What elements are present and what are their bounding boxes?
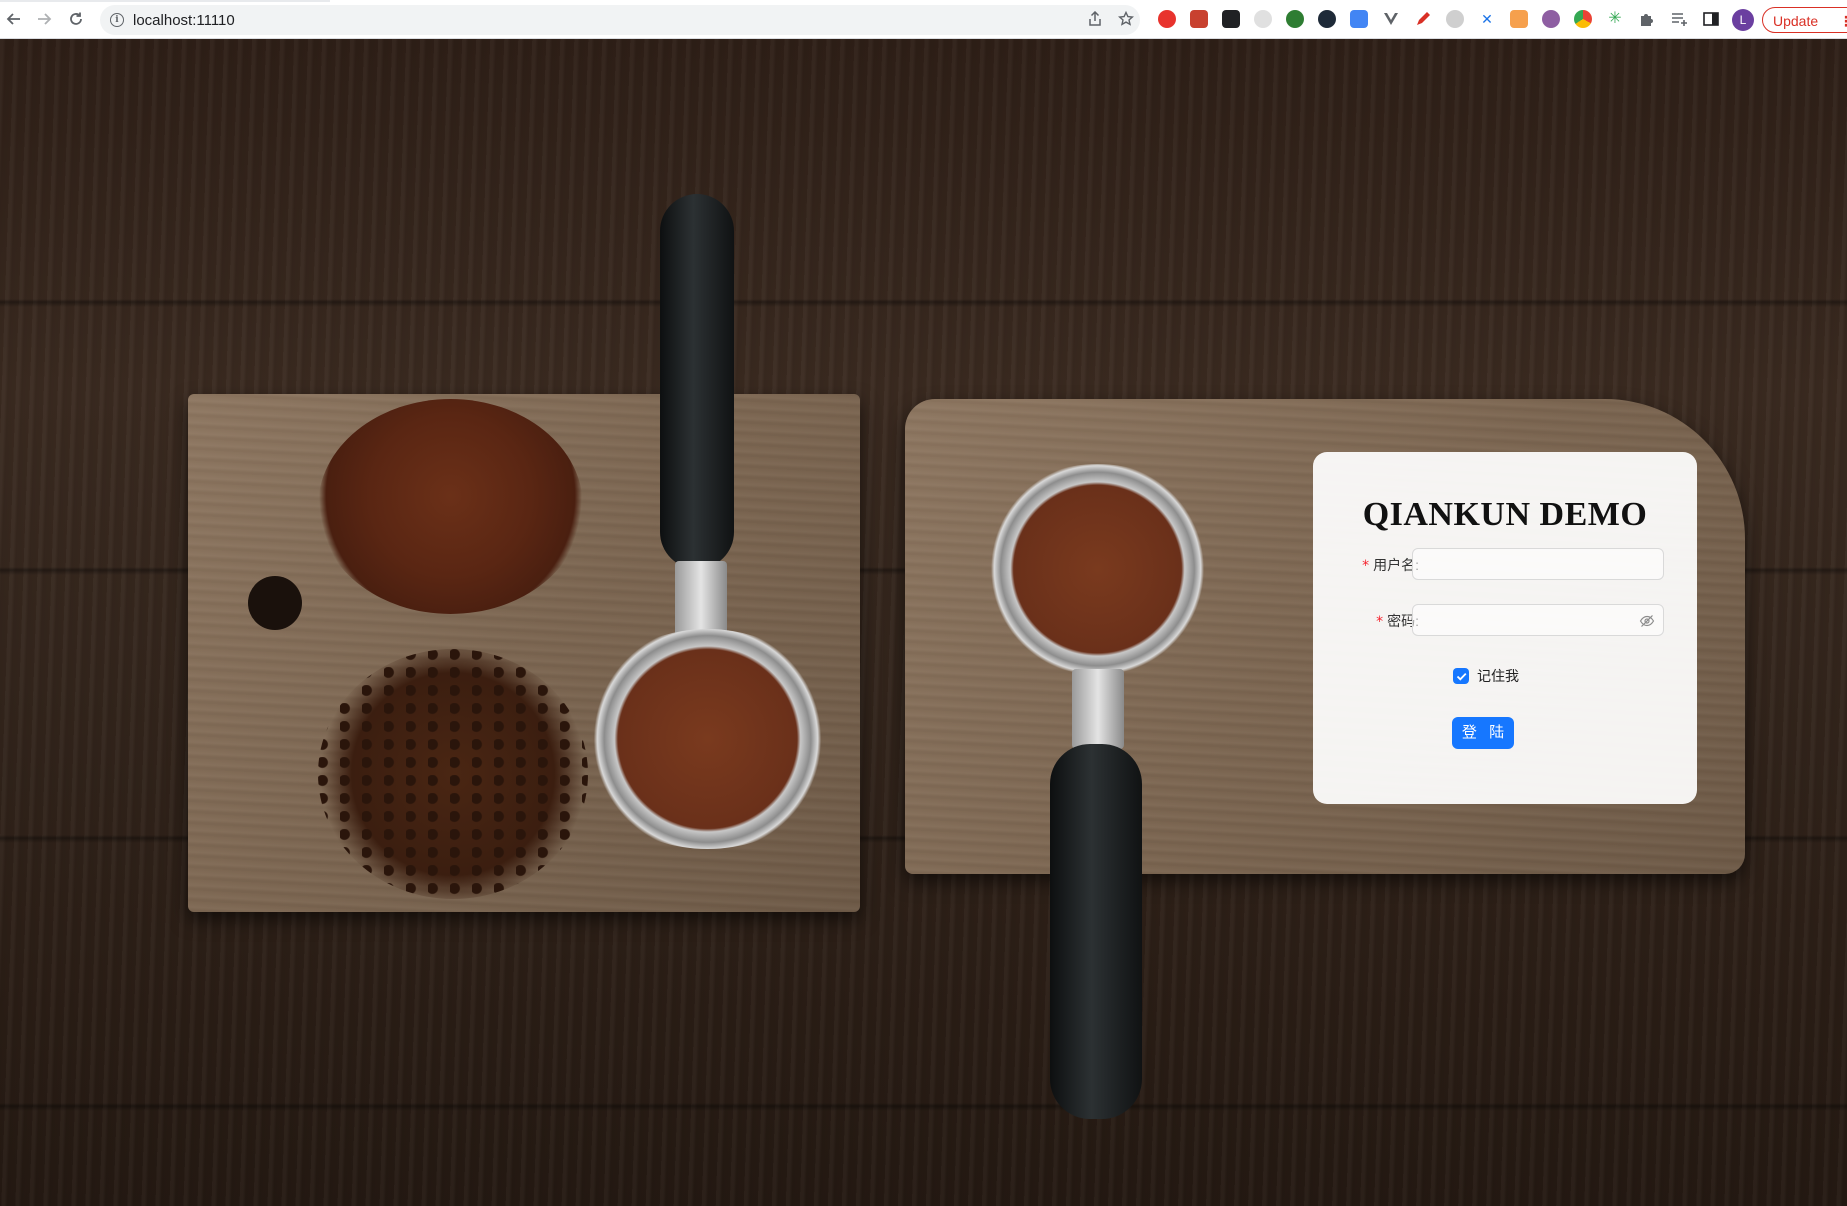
pen-extension-icon[interactable] <box>1414 10 1432 28</box>
portafilter-neck-left <box>675 561 727 636</box>
reading-list-icon[interactable] <box>1670 10 1688 28</box>
login-button[interactable]: 登 陆 <box>1452 717 1514 749</box>
checkbox-checked[interactable] <box>1453 668 1469 684</box>
arrow-left-icon <box>6 13 20 25</box>
required-mark: * <box>1376 614 1384 630</box>
portafilter-neck-right <box>1072 669 1124 749</box>
green-extension-icon[interactable]: ✳ <box>1606 10 1624 28</box>
search-extension-icon[interactable] <box>1286 10 1304 28</box>
check-icon <box>1456 672 1466 681</box>
update-button[interactable]: Update ⋮ <box>1762 7 1847 33</box>
vue-extension-icon[interactable] <box>1382 10 1400 28</box>
address-bar[interactable]: i localhost:11110 <box>100 5 1140 35</box>
orange-extension-icon[interactable] <box>1510 10 1528 28</box>
share-icon[interactable] <box>1086 10 1104 29</box>
reload-button[interactable] <box>65 8 87 30</box>
image-extension-icon[interactable] <box>1190 10 1208 28</box>
portafilter-handle-left <box>660 194 734 569</box>
browser-toolbar: i localhost:11110 ✕ ✳ L Update ⋮ <box>0 0 1847 39</box>
login-card: QIANKUN DEMO * 用户名: * 密码: 记住我 登 陆 <box>1313 452 1697 804</box>
portafilter-handle-right <box>1050 744 1142 1119</box>
info-icon[interactable]: i <box>110 13 124 27</box>
url-text[interactable]: localhost:11110 <box>133 12 235 29</box>
glasses-extension-icon[interactable] <box>1222 10 1240 28</box>
login-title: QIANKUN DEMO <box>1362 496 1648 533</box>
opera-extension-icon[interactable] <box>1158 10 1176 28</box>
chrome-extension-icon[interactable] <box>1574 10 1592 28</box>
clock-extension-icon[interactable] <box>1254 10 1272 28</box>
react-extension-icon[interactable] <box>1318 10 1336 28</box>
coffee-grounds <box>318 399 583 614</box>
board-hole <box>248 576 302 630</box>
profile-avatar[interactable]: L <box>1732 9 1754 31</box>
star-icon[interactable] <box>1117 10 1135 29</box>
side-panel-icon[interactable] <box>1702 10 1720 28</box>
remember-me-label: 记住我 <box>1477 668 1519 684</box>
cat-extension-icon[interactable] <box>1446 10 1464 28</box>
purple-extension-icon[interactable] <box>1542 10 1560 28</box>
username-input[interactable] <box>1412 548 1664 580</box>
portafilter-basket-right <box>975 464 1220 674</box>
reload-icon <box>70 12 82 25</box>
portafilter-basket-left <box>575 629 840 849</box>
password-row: * 密码: <box>1313 604 1697 636</box>
more-menu-icon: ⋮ <box>1839 13 1847 29</box>
required-mark: * <box>1362 558 1370 574</box>
username-row: * 用户名: <box>1313 548 1697 580</box>
back-button[interactable] <box>3 8 25 30</box>
x-extension-icon[interactable]: ✕ <box>1478 10 1496 28</box>
password-input[interactable] <box>1412 604 1664 636</box>
puzzle-icon[interactable] <box>1638 10 1656 28</box>
username-label: * 用户名: <box>1362 557 1419 574</box>
remember-me-checkbox[interactable]: 记住我 <box>1453 666 1519 686</box>
coffee-beans <box>318 649 588 899</box>
translate-extension-icon[interactable] <box>1350 10 1368 28</box>
loading-indicator <box>0 0 330 2</box>
eye-invisible-icon[interactable] <box>1639 613 1655 629</box>
forward-button[interactable] <box>33 8 55 30</box>
arrow-right-icon <box>38 13 52 25</box>
update-label: Update <box>1773 13 1819 29</box>
